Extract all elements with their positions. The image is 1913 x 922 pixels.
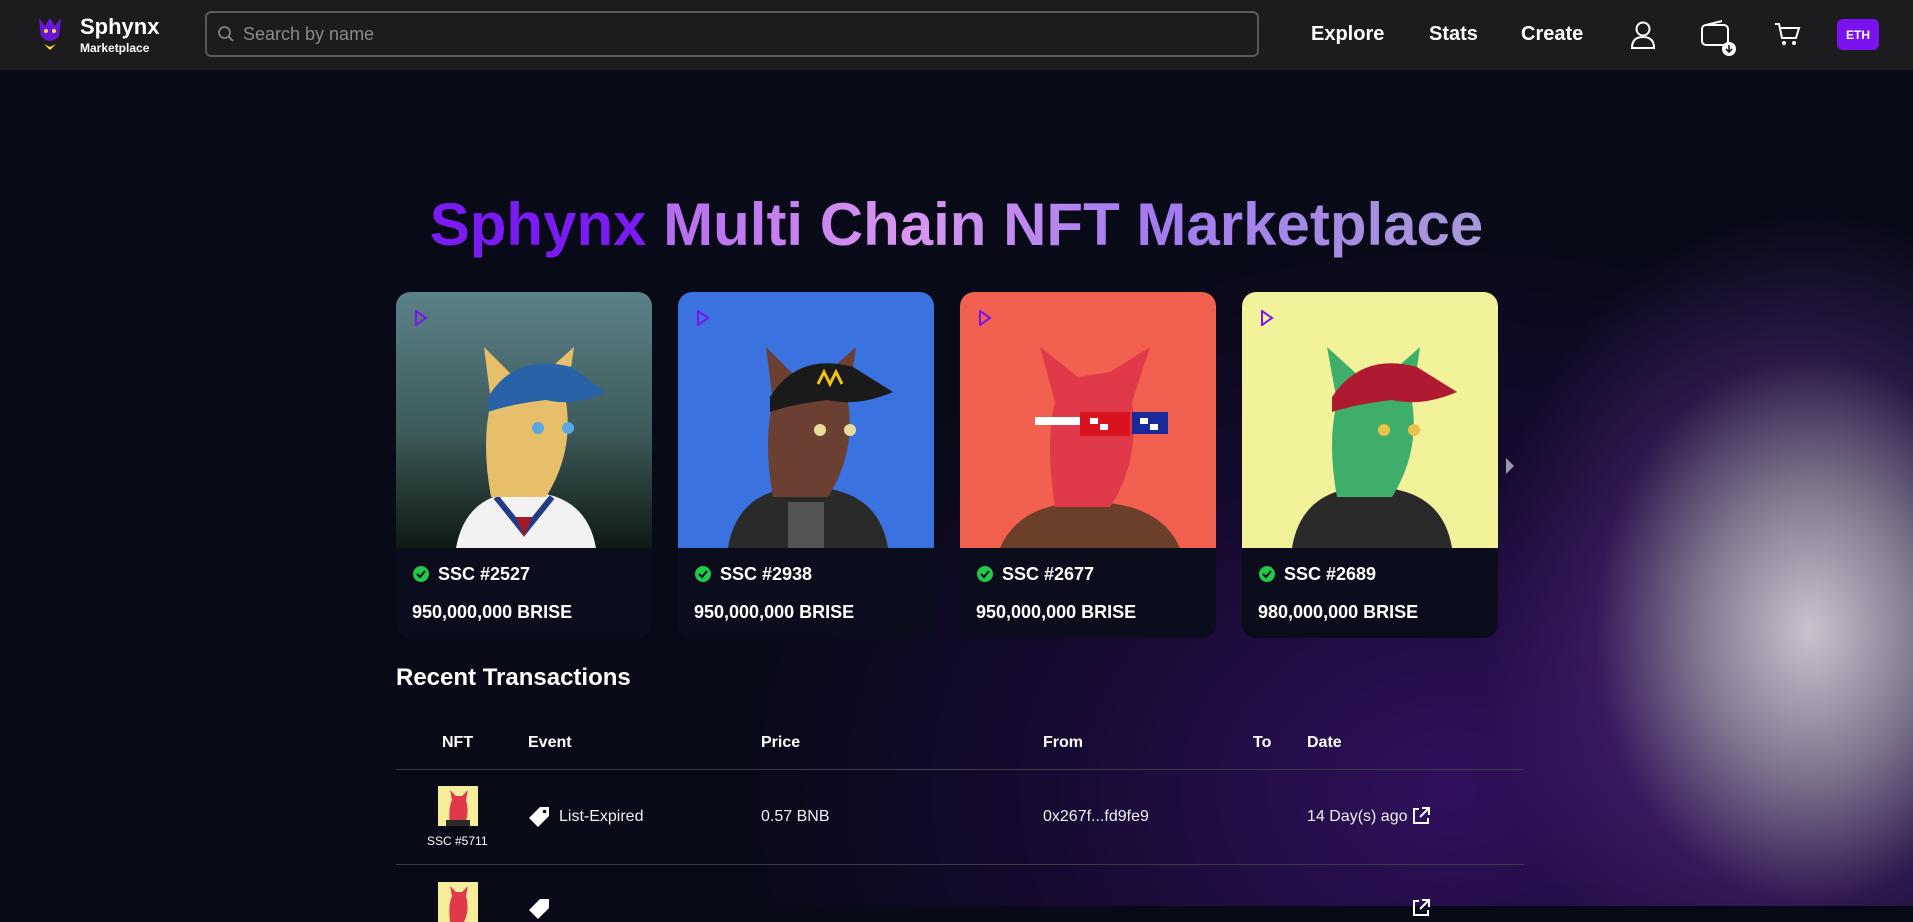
page-title: Sphynx Multi Chain NFT Marketplace [0,190,1913,259]
nft-thumbnail-label: SSC #5711 [427,834,488,848]
verified-icon [1259,566,1275,582]
price-value: 0.57 BNB [761,808,830,825]
event-label: List-Expired [559,808,644,825]
top-navbar: Sphynx Marketplace Explore Stats Create … [0,0,1913,70]
chain-logo-icon [697,310,710,326]
tag-icon [529,899,549,919]
search-input[interactable] [241,22,1225,46]
nav-stats[interactable]: Stats [1429,23,1478,46]
nft-price: 980,000,000 BRISE [1258,602,1419,622]
nft-price: 950,000,000 BRISE [694,602,855,622]
nft-card[interactable]: SSC #2689 980,000,000 BRISE [1242,292,1498,638]
column-header-to: To [1253,734,1272,751]
chain-selector-button[interactable]: ETH [1837,19,1879,50]
verified-icon [695,566,711,582]
nft-name[interactable]: SSC #2689 [1284,564,1376,585]
column-header-event: Event [528,734,572,751]
chain-logo-icon [1261,310,1274,326]
nav-explore[interactable]: Explore [1311,23,1384,46]
external-link-icon[interactable] [1411,806,1431,826]
nft-price: 950,000,000 BRISE [976,602,1137,622]
nft-card[interactable]: SSC #2938 950,000,000 BRISE [678,292,934,638]
nav-create[interactable]: Create [1521,23,1583,46]
title-rest: Multi Chain NFT Marketplace [663,191,1484,258]
nft-price: 950,000,000 BRISE [412,602,573,622]
nft-image[interactable] [678,292,934,548]
verified-icon [977,566,993,582]
chain-logo-icon [415,310,428,326]
brand-name[interactable]: Sphynx [80,14,159,40]
nft-card[interactable]: SSC #2527 950,000,000 BRISE [396,292,652,638]
recent-transactions-title: Recent Transactions [396,664,631,691]
nft-name[interactable]: SSC #2938 [720,564,812,585]
table-divider [396,769,1524,770]
sphynx-logo-icon[interactable] [36,14,64,54]
nft-thumbnail[interactable] [438,882,478,922]
date-value: 14 Day(s) ago [1307,808,1408,825]
table-divider [396,864,1524,865]
brand-subtitle: Marketplace [80,41,150,55]
title-brand: Sphynx [429,191,647,258]
nft-name[interactable]: SSC #2527 [438,564,530,585]
user-icon[interactable] [1629,20,1657,50]
search-box[interactable] [205,11,1259,57]
cart-icon[interactable] [1773,20,1801,48]
chain-logo-icon [979,310,992,326]
tag-icon [529,807,549,827]
wallet-icon[interactable] [1700,20,1736,58]
column-header-price: Price [761,734,801,751]
verified-icon [413,566,429,582]
nft-name[interactable]: SSC #2677 [1002,564,1094,585]
column-header-nft: NFT [442,734,474,751]
nft-image[interactable] [396,292,652,548]
nft-image[interactable] [960,292,1216,548]
nft-image[interactable] [1242,292,1498,548]
nft-card[interactable]: SSC #2677 950,000,000 BRISE [960,292,1216,638]
column-header-date: Date [1307,734,1342,751]
carousel-next-arrow-icon[interactable] [1503,456,1517,476]
from-address[interactable]: 0x267f...fd9fe9 [1043,808,1149,826]
nft-thumbnail[interactable] [438,786,478,826]
column-header-from: From [1043,734,1083,751]
external-link-icon[interactable] [1411,898,1431,918]
search-icon [218,26,234,42]
